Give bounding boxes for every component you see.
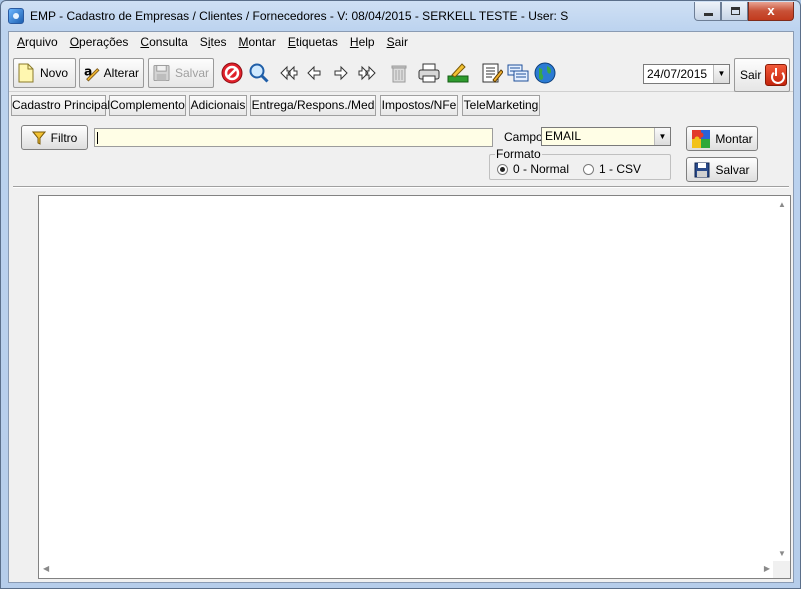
tab-adicionais[interactable]: Adicionais	[189, 95, 247, 116]
cancel-button[interactable]	[219, 58, 245, 88]
floppy-disk-icon	[153, 64, 170, 82]
campo-select[interactable]: EMAIL ▼	[541, 127, 671, 146]
transfer-icon	[507, 64, 529, 82]
scroll-right-icon[interactable]: ▶	[764, 564, 770, 573]
tab-telemarketing[interactable]: TeleMarketing	[462, 95, 540, 116]
date-field[interactable]: 24/07/2015 ▼	[643, 64, 730, 84]
previous-record-icon	[307, 65, 321, 81]
magnifier-icon	[249, 63, 269, 83]
close-icon: x	[767, 3, 775, 18]
formato-label: Formato	[495, 147, 542, 161]
menu-bar: Arquivo Operações Consulta Sites Montar …	[9, 32, 793, 52]
filter-panel: Filtro Campo EMAIL ▼ Formato 0 - Normal …	[9, 120, 793, 186]
power-icon	[765, 64, 788, 86]
previous-record-button[interactable]	[301, 58, 327, 88]
tab-complemento[interactable]: Complemento	[109, 95, 186, 116]
search-button[interactable]	[246, 58, 272, 88]
last-record-icon	[358, 65, 376, 81]
horizontal-scrollbar[interactable]: ◀ ▶	[39, 561, 774, 578]
close-button[interactable]: x	[748, 2, 794, 21]
cancel-icon	[221, 62, 243, 84]
minimize-icon	[704, 13, 713, 16]
tab-impostos-nfe[interactable]: Impostos/NFe	[380, 95, 458, 116]
notes-button[interactable]	[479, 58, 505, 88]
radio-selected-icon	[497, 163, 508, 175]
alterar-button[interactable]: a Alterar	[79, 58, 144, 88]
client-area: Arquivo Operações Consulta Sites Montar …	[8, 31, 794, 583]
menu-operacoes[interactable]: Operações	[64, 32, 135, 52]
scroll-left-icon[interactable]: ◀	[43, 564, 49, 573]
printer-icon	[418, 63, 440, 83]
tab-cadastro-principal[interactable]: Cadastro Principal	[11, 95, 110, 116]
formato-group: Formato 0 - Normal 1 - CSV	[489, 147, 671, 180]
first-record-button[interactable]	[275, 58, 301, 88]
next-record-button[interactable]	[328, 58, 354, 88]
date-dropdown-button[interactable]: ▼	[713, 65, 729, 83]
window-title: EMP - Cadastro de Empresas / Clientes / …	[30, 9, 569, 23]
radio-unselected-icon	[583, 163, 594, 175]
format-csv-radio[interactable]: 1 - CSV	[583, 162, 641, 176]
output-textarea[interactable]: ▲ ▼ ◀ ▶	[38, 195, 791, 579]
tab-entrega-respons-med[interactable]: Entrega/Respons./Med	[250, 95, 376, 116]
floppy-disk-icon	[694, 162, 710, 177]
toolbar: Novo a Alterar Salvar 24/07/2015 ▼ Sair	[9, 54, 793, 92]
next-record-icon	[334, 65, 348, 81]
campo-label: Campo	[504, 130, 543, 144]
transfer-button[interactable]	[505, 58, 531, 88]
globe-button[interactable]	[532, 58, 558, 88]
format-normal-radio[interactable]: 0 - Normal	[497, 162, 569, 176]
approve-icon	[447, 63, 469, 83]
menu-consulta[interactable]: Consulta	[134, 32, 193, 52]
sair-button[interactable]: Sair	[734, 58, 790, 92]
maximize-button[interactable]	[721, 2, 748, 21]
minimize-button[interactable]	[694, 2, 721, 21]
filtro-button[interactable]: Filtro	[21, 125, 88, 150]
edit-text-icon: a	[84, 65, 100, 82]
menu-sites[interactable]: Sites	[194, 32, 233, 52]
maximize-icon	[731, 7, 740, 15]
salvar-export-button[interactable]: Salvar	[686, 157, 758, 182]
menu-montar[interactable]: Montar	[233, 32, 282, 52]
window-controls: x	[694, 2, 794, 21]
campo-dropdown-button[interactable]: ▼	[654, 128, 670, 145]
menu-arquivo[interactable]: Arquivo	[11, 32, 64, 52]
last-record-button[interactable]	[355, 58, 381, 88]
chevron-down-icon: ▼	[717, 69, 726, 78]
montar-button[interactable]: Montar	[686, 126, 758, 151]
menu-help[interactable]: Help	[344, 32, 381, 52]
globe-icon	[534, 62, 556, 84]
notes-icon	[482, 63, 503, 83]
puzzle-icon	[692, 129, 711, 148]
first-record-icon	[280, 65, 298, 81]
trash-icon	[391, 65, 407, 83]
salvar-button[interactable]: Salvar	[148, 58, 214, 88]
section-divider	[13, 186, 789, 188]
menu-etiquetas[interactable]: Etiquetas	[282, 32, 344, 52]
scroll-down-icon[interactable]: ▼	[778, 549, 786, 558]
app-window: EMP - Cadastro de Empresas / Clientes / …	[0, 0, 801, 589]
approve-button[interactable]	[445, 58, 471, 88]
chevron-down-icon: ▼	[658, 132, 667, 141]
text-cursor	[97, 132, 98, 144]
novo-button[interactable]: Novo	[13, 58, 76, 88]
vertical-scrollbar[interactable]: ▲ ▼	[773, 196, 790, 562]
funnel-icon	[31, 131, 46, 145]
delete-button[interactable]	[386, 58, 412, 88]
scroll-up-icon[interactable]: ▲	[778, 200, 786, 209]
title-bar[interactable]: EMP - Cadastro de Empresas / Clientes / …	[1, 1, 800, 31]
print-button[interactable]	[416, 58, 442, 88]
scrollbar-corner	[773, 561, 790, 578]
menu-sair[interactable]: Sair	[381, 32, 414, 52]
filter-input[interactable]	[94, 128, 493, 147]
new-document-icon	[18, 63, 34, 83]
app-icon[interactable]	[8, 8, 24, 24]
